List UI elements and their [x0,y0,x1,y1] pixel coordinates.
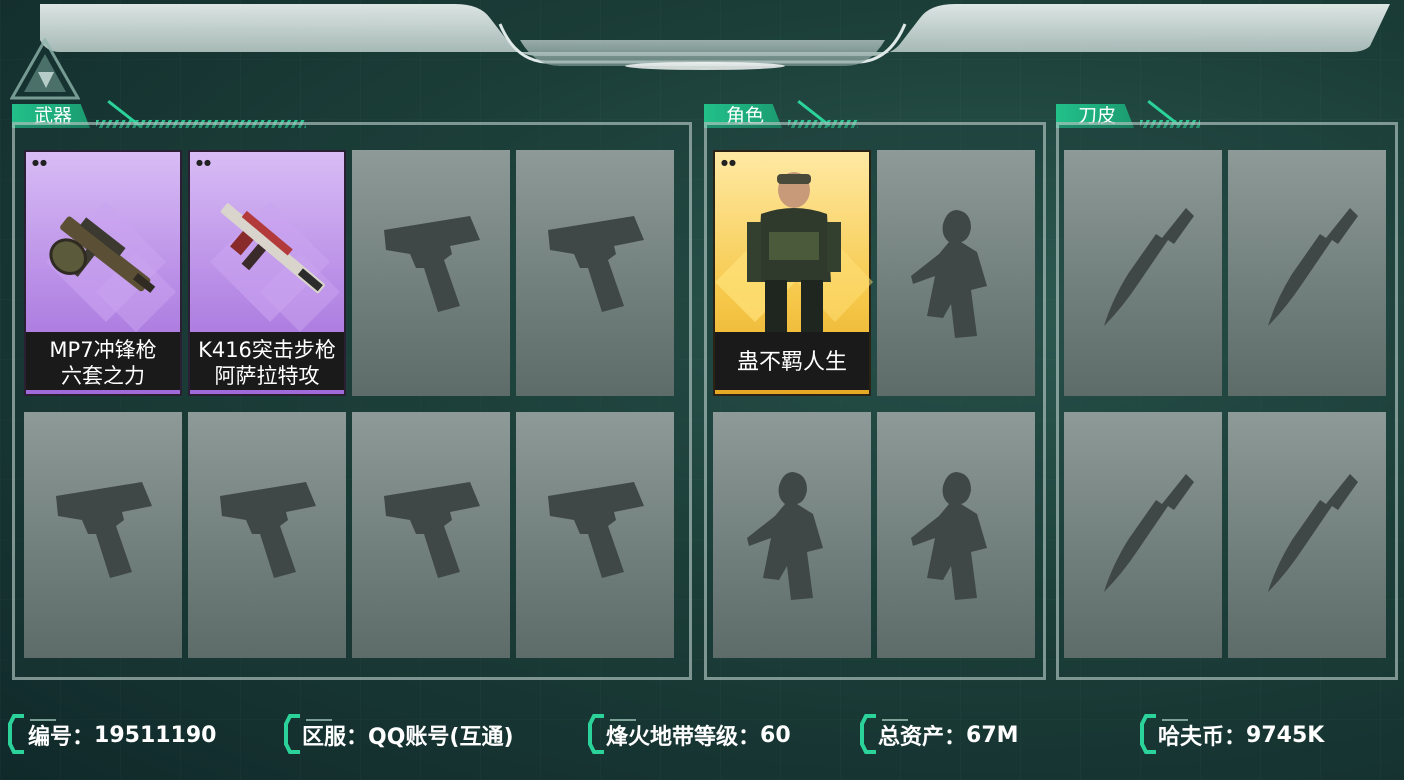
empty-character-slot[interactable] [713,412,871,658]
weapon-name-line1: MP7冲锋枪 [49,338,157,362]
assets-value: 67M [966,722,1019,748]
soldier-silhouette-icon [747,472,823,600]
id-value: 19511190 [94,722,217,748]
server-value: QQ账号(互通) [368,725,514,750]
rifle-icon [220,203,325,294]
knife-silhouette-icon [1268,474,1358,592]
pistol-silhouette-icon [384,216,480,312]
assets-label: 总资产： [878,725,967,750]
weapon-name: K416突击步枪 阿萨拉特攻 [190,332,344,394]
top-banner [40,4,1390,70]
coin-label: 哈夫币： [1158,725,1247,750]
empty-knife-slot[interactable] [1064,412,1222,658]
empty-knife-slot[interactable] [1228,150,1386,396]
weapon-name-line2: 阿萨拉特攻 [214,364,320,388]
empty-weapon-slot[interactable] [352,412,510,658]
character-name-text: 蛊不羁人生 [736,350,847,375]
zone-level: 烽火地带等级： 60 [606,712,791,758]
empty-weapon-slot[interactable] [516,150,674,396]
id-label: 编号： [28,725,95,750]
empty-weapon-slot[interactable] [188,412,346,658]
total-assets: 总资产： 67M [878,712,1019,758]
knife-silhouette-icon [1104,474,1194,592]
rarity-bar [190,390,344,394]
smg-icon [49,216,156,293]
weapon-card-mp7[interactable]: ●● MP7冲锋枪 六套之力 [24,150,182,396]
empty-weapon-slot[interactable] [352,150,510,396]
level-label: 烽火地带等级： [606,725,761,750]
pistol-silhouette-icon [548,216,644,312]
weapon-name-line1: K416突击步枪 [198,338,336,362]
empty-character-slot[interactable] [877,150,1035,396]
pistol-silhouette-icon [220,482,316,578]
card-dots: ●● [32,158,48,167]
empty-weapon-slot[interactable] [516,412,674,658]
card-dots: ●● [721,158,737,167]
soldier-silhouette-icon [911,210,987,338]
coin-value: 9745K [1246,722,1325,748]
server-label: 区服： [302,725,369,750]
pistol-silhouette-icon [56,482,152,578]
pistol-silhouette-icon [384,482,480,578]
empty-character-slot[interactable] [877,412,1035,658]
account-id: 编号： 19511190 [28,712,216,758]
character-name: 蛊不羁人生 [715,332,869,394]
card-dots: ●● [196,158,212,167]
rarity-bar [26,390,180,394]
empty-weapon-slot[interactable] [24,412,182,658]
level-value: 60 [760,722,791,748]
knife-silhouette-icon [1104,208,1194,326]
empty-knife-slot[interactable] [1228,412,1386,658]
rarity-bar [715,390,869,394]
weapon-card-k416[interactable]: ●● K416突击步枪 阿萨拉特攻 [188,150,346,396]
soldier-portrait-icon [747,172,841,335]
server-info: 区服： QQ账号(互通) [302,712,514,758]
weapon-name: MP7冲锋枪 六套之力 [26,332,180,394]
soldier-silhouette-icon [911,472,987,600]
pistol-silhouette-icon [548,482,644,578]
character-card[interactable]: ●● 蛊不羁人生 [713,150,873,396]
haf-coin: 哈夫币： 9745K [1158,712,1324,758]
empty-knife-slot[interactable] [1064,150,1222,396]
weapon-name-line2: 六套之力 [61,364,145,388]
game-logo-icon [10,38,80,100]
knife-silhouette-icon [1268,208,1358,326]
